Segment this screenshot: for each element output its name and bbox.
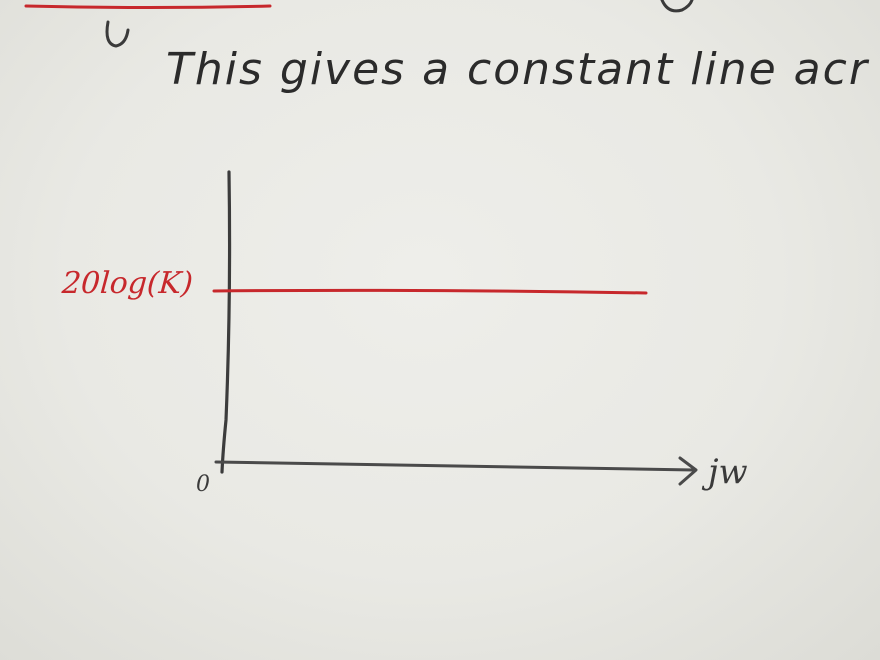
- top-red-underline: [24, 4, 272, 9]
- x-axis-label: jw: [708, 452, 748, 492]
- notebook-page: This gives a constant line acr 20log(K) …: [0, 0, 880, 660]
- top-letter-descender: [105, 20, 130, 48]
- x-axis-line: [214, 460, 696, 472]
- constant-gain-line: [212, 288, 648, 295]
- handwritten-sentence: This gives a constant line acr: [166, 44, 869, 95]
- y-axis-line: [220, 170, 232, 474]
- y-axis-label: 20log(K): [60, 266, 195, 301]
- origin-label: 0: [196, 472, 210, 497]
- hand-drawn-sketch: [24, 0, 698, 486]
- top-right-letter-fragment: [660, 0, 694, 13]
